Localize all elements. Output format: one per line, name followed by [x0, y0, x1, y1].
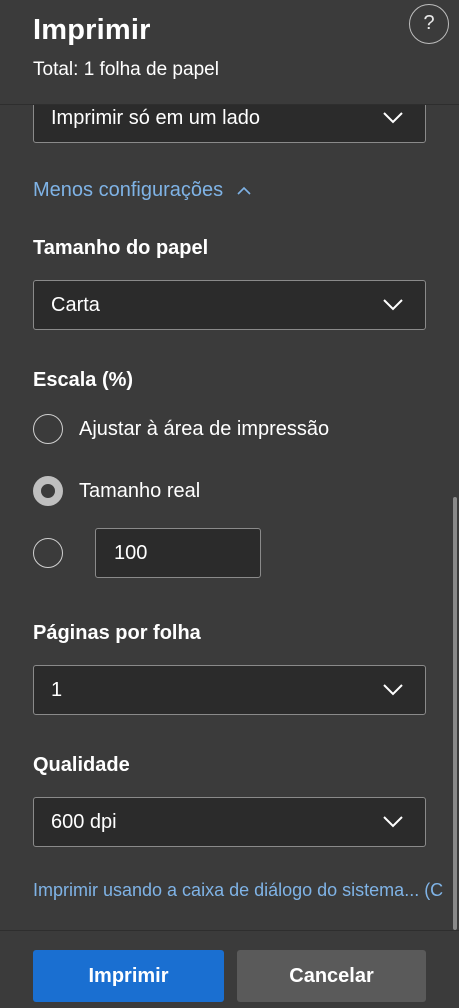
paper-size-value: Carta [51, 294, 100, 316]
paper-size-label: Tamanho do papel [33, 237, 209, 259]
paper-size-select[interactable]: Carta [33, 280, 426, 330]
pages-per-sheet-value: 1 [51, 679, 63, 701]
toggle-settings-label: Menos configurações [33, 179, 224, 201]
toggle-settings-link[interactable]: Menos configurações [33, 179, 251, 202]
radio-actual-size[interactable] [33, 476, 63, 506]
scale-label: Escala (%) [33, 369, 134, 391]
radio-custom-scale[interactable] [33, 538, 63, 568]
panel-header: Imprimir Total: 1 folha de papel ? [0, 0, 459, 105]
print-button[interactable]: Imprimir [33, 950, 224, 1002]
print-panel: Imprimir só em um lado Menos configuraçõ… [0, 0, 459, 1008]
chevron-down-icon [383, 816, 403, 828]
chevron-down-icon [383, 112, 403, 124]
scale-percent-value: 100 [114, 542, 148, 564]
radio-actual-size-label: Tamanho real [79, 480, 201, 502]
scale-percent-input[interactable]: 100 [95, 528, 261, 578]
chevron-up-icon [237, 187, 251, 195]
radio-fit-to-area-label: Ajustar à área de impressão [79, 418, 330, 440]
page-subtitle: Total: 1 folha de papel [33, 59, 219, 80]
sides-select-value: Imprimir só em um lado [51, 107, 260, 129]
page-title: Imprimir [33, 14, 151, 46]
quality-label: Qualidade [33, 754, 130, 776]
chevron-down-icon [383, 684, 403, 696]
chevron-down-icon [383, 299, 403, 311]
panel-footer: Imprimir Cancelar [0, 930, 459, 1008]
cancel-button[interactable]: Cancelar [237, 950, 426, 1002]
radio-fit-to-area[interactable] [33, 414, 63, 444]
quality-value: 600 dpi [51, 811, 117, 833]
scrollbar-thumb[interactable] [453, 497, 457, 930]
quality-select[interactable]: 600 dpi [33, 797, 426, 847]
pages-per-sheet-label: Páginas por folha [33, 622, 201, 644]
help-icon[interactable]: ? [409, 4, 449, 44]
system-dialog-link[interactable]: Imprimir usando a caixa de diálogo do si… [33, 880, 443, 901]
pages-per-sheet-select[interactable]: 1 [33, 665, 426, 715]
